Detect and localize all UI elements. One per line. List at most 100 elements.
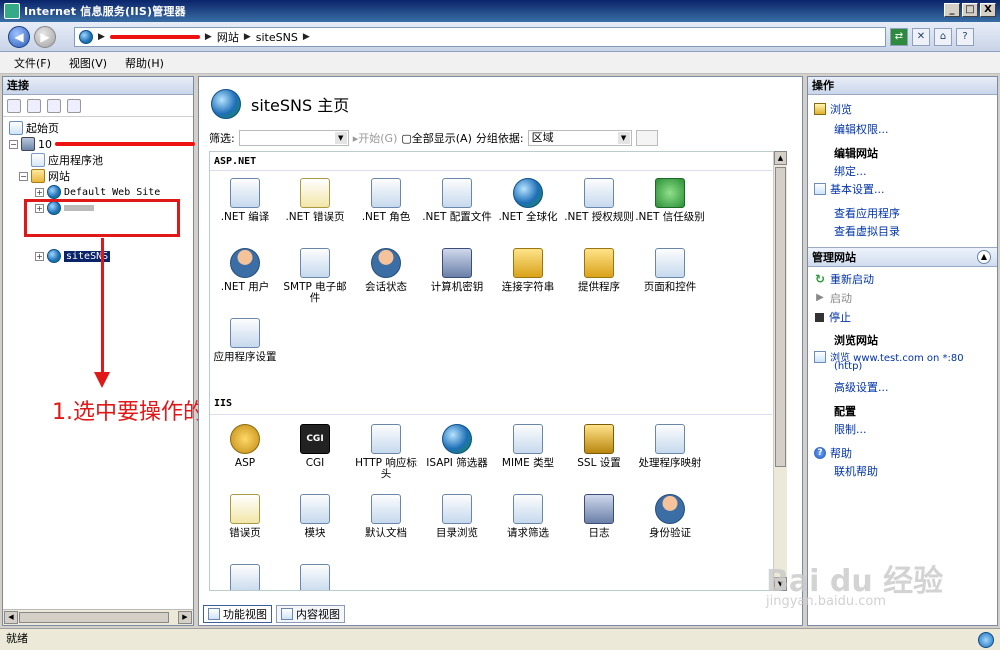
- home-icon[interactable]: ⌂: [934, 28, 952, 46]
- tab-features-view[interactable]: 功能视图: [203, 605, 272, 623]
- action-limits[interactable]: 限制...: [834, 421, 867, 437]
- email-icon: [300, 248, 330, 278]
- scroll-thumb[interactable]: [19, 612, 169, 623]
- refresh-icon[interactable]: ⇄: [890, 28, 908, 46]
- feature-http-headers[interactable]: HTTP 响应标头: [351, 424, 421, 480]
- action-view-applications[interactable]: 查看应用程序: [834, 205, 900, 221]
- feature-app-settings[interactable]: 应用程序设置: [210, 318, 280, 363]
- action-help[interactable]: ? 帮助: [814, 445, 852, 461]
- feature-modules[interactable]: 模块: [280, 494, 350, 539]
- expand-icon[interactable]: +: [35, 251, 44, 261]
- feature-smtp-email[interactable]: SMTP 电子邮件: [280, 248, 350, 304]
- forward-arrow-icon[interactable]: ▶: [34, 26, 56, 48]
- action-advanced-settings[interactable]: 高级设置...: [834, 379, 889, 395]
- tab-content-view[interactable]: 内容视图: [276, 605, 345, 623]
- feature-net-roles[interactable]: .NET 角色: [351, 178, 421, 223]
- back-arrow-icon[interactable]: ◀: [8, 26, 30, 48]
- stop-nav-icon[interactable]: ✕: [912, 28, 930, 46]
- tree-item-sites[interactable]: − 网站: [19, 168, 70, 184]
- action-edit-permissions[interactable]: 编辑权限...: [834, 121, 889, 137]
- feature-partial-1[interactable]: [210, 564, 280, 590]
- maximize-button[interactable]: □: [962, 3, 978, 17]
- feature-net-authorization[interactable]: .NET 授权规则: [564, 178, 634, 223]
- action-basic-settings[interactable]: 基本设置...: [814, 181, 885, 197]
- scroll-up-icon[interactable]: ▲: [774, 151, 787, 165]
- action-online-help[interactable]: 联机帮助: [834, 463, 878, 479]
- minimize-button[interactable]: _: [944, 3, 960, 17]
- filter-input[interactable]: ▼: [238, 130, 349, 146]
- feature-session-state[interactable]: 会话状态: [351, 248, 421, 293]
- feature-error-pages[interactable]: 错误页: [210, 494, 280, 539]
- feature-isapi-filters[interactable]: ISAPI 筛选器: [422, 424, 492, 469]
- vertical-scrollbar[interactable]: ▲ ▼: [773, 151, 787, 591]
- scroll-left-icon[interactable]: ◀: [4, 611, 18, 624]
- menu-help[interactable]: 帮助(H): [125, 55, 164, 71]
- group-by-select[interactable]: 区域 ▼: [527, 130, 632, 146]
- collapse-icon[interactable]: −: [9, 139, 18, 149]
- asp-gear-icon: [230, 424, 260, 454]
- close-button[interactable]: X: [980, 3, 996, 17]
- tree-item-app-pools[interactable]: 应用程序池: [31, 152, 103, 168]
- collapse-icon[interactable]: −: [19, 171, 28, 181]
- tree-item-server[interactable]: − 10: [9, 136, 195, 152]
- redacted-server-name: [55, 142, 195, 146]
- tree-item-sitesns[interactable]: + siteSNS: [35, 248, 111, 264]
- show-all-button[interactable]: ▢全部显示(A): [401, 130, 472, 146]
- feature-cgi[interactable]: CGI CGI: [280, 424, 350, 469]
- tree-item-start-page[interactable]: 起始页: [9, 120, 59, 136]
- feature-handler-mappings[interactable]: 处理程序映射: [635, 424, 705, 469]
- feature-ssl-settings[interactable]: SSL 设置: [564, 424, 634, 469]
- redacted-server-crumb[interactable]: [109, 35, 200, 39]
- manage-site-header[interactable]: 管理网站 ▲: [808, 247, 997, 267]
- save-icon[interactable]: [27, 98, 41, 113]
- feature-connection-strings[interactable]: 连接字符串: [493, 248, 563, 293]
- feature-directory-browsing[interactable]: 目录浏览: [422, 494, 492, 539]
- feature-net-trust-levels[interactable]: .NET 信任级别: [635, 178, 705, 223]
- feature-pages-controls[interactable]: 页面和控件: [635, 248, 705, 293]
- feature-net-compile[interactable]: .NET 编译: [210, 178, 280, 223]
- disconnect-icon[interactable]: [67, 98, 81, 113]
- collapse-chevron-icon[interactable]: ▲: [977, 250, 991, 264]
- crumb-sitesns[interactable]: siteSNS: [256, 31, 298, 44]
- tree-item-default-site[interactable]: + Default Web Site: [35, 184, 160, 200]
- crumb-sites[interactable]: 网站: [217, 29, 239, 45]
- help-icon[interactable]: ?: [956, 28, 974, 46]
- feature-asp[interactable]: ASP: [210, 424, 280, 469]
- feature-partial-2[interactable]: [280, 564, 350, 590]
- feature-grid: ASP.NET .NET 编译 .NET 错误页 .NET 角色 .NET 配置…: [209, 151, 787, 591]
- folder-icon: [31, 169, 45, 183]
- feature-net-globalization[interactable]: .NET 全球化: [493, 178, 563, 223]
- feature-net-users[interactable]: .NET 用户: [210, 248, 280, 293]
- expand-icon[interactable]: +: [35, 187, 44, 197]
- feature-net-profile[interactable]: .NET 配置文件: [422, 178, 492, 223]
- horizontal-scrollbar[interactable]: ◀ ▶: [3, 609, 193, 625]
- scroll-thumb[interactable]: [775, 167, 786, 467]
- site-globe-icon: [211, 89, 241, 119]
- feature-default-document[interactable]: 默认文档: [351, 494, 421, 539]
- feature-machine-key[interactable]: 计算机密钥: [422, 248, 492, 293]
- dropdown-arrow-icon[interactable]: ▼: [617, 132, 630, 144]
- action-restart[interactable]: ↻ 重新启动: [814, 271, 874, 287]
- feature-providers[interactable]: 提供程序: [564, 248, 634, 293]
- feature-request-filtering[interactable]: 请求筛选: [493, 494, 563, 539]
- view-mode-icon[interactable]: [635, 130, 658, 146]
- compression-icon: [300, 564, 330, 590]
- menu-file[interactable]: 文件(F): [14, 55, 51, 71]
- menu-view[interactable]: 视图(V): [69, 55, 107, 71]
- action-stop[interactable]: 停止: [814, 309, 851, 325]
- action-start[interactable]: ▶ 启动: [814, 290, 852, 306]
- action-browse[interactable]: 浏览: [814, 101, 852, 117]
- connect-icon[interactable]: [7, 98, 21, 113]
- dropdown-arrow-icon[interactable]: ▼: [334, 132, 347, 144]
- start-button[interactable]: ▸开始(G): [353, 130, 398, 146]
- feature-logging[interactable]: 日志: [564, 494, 634, 539]
- action-browse-protocol[interactable]: (http): [834, 361, 862, 372]
- action-view-virtual-directories[interactable]: 查看虚拟目录: [834, 223, 900, 239]
- action-bindings[interactable]: 绑定...: [834, 163, 867, 179]
- feature-net-error-pages[interactable]: .NET 错误页: [280, 178, 350, 223]
- feature-mime-types[interactable]: MIME 类型: [493, 424, 563, 469]
- address-breadcrumb[interactable]: ▶ ▶ 网站 ▶ siteSNS ▶: [74, 27, 886, 47]
- up-folder-icon[interactable]: [47, 98, 61, 113]
- scroll-right-icon[interactable]: ▶: [178, 611, 192, 624]
- feature-authentication[interactable]: 身份验证: [635, 494, 705, 539]
